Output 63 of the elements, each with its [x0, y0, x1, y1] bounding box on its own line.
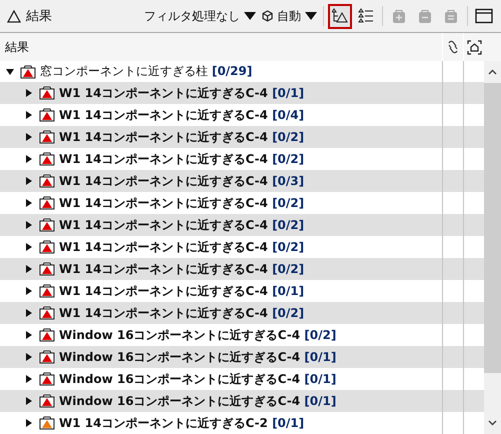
tree-item-label[interactable]: Window 16コンポーネントに近すぎるC-4 [0/2]: [59, 326, 336, 344]
tree-icon: [332, 8, 348, 24]
warning-folder-icon: [39, 394, 55, 408]
tree-item-label[interactable]: W1 14コンポーネントに近すぎるC-4 [0/2]: [59, 238, 304, 256]
warning-folder-icon: [39, 262, 55, 276]
warning-triangle-icon: [7, 10, 21, 22]
expander-icon[interactable]: [25, 331, 33, 339]
window-icon: [475, 8, 493, 24]
expander-icon[interactable]: [6, 68, 14, 76]
expander-icon[interactable]: [25, 133, 33, 141]
expander-icon[interactable]: [25, 287, 33, 295]
link-icon[interactable]: [447, 40, 459, 54]
expander-icon[interactable]: [25, 397, 33, 405]
warning-folder-icon: [39, 152, 55, 166]
warning-folder-icon: [39, 284, 55, 298]
tree-item-label[interactable]: W1 14コンポーネントに近すぎるC-4 [0/2]: [59, 194, 304, 212]
warning-folder-icon: [39, 372, 55, 386]
expander-icon[interactable]: [25, 309, 33, 317]
bag-edit-icon: [443, 8, 459, 24]
warning-folder-icon: [39, 240, 55, 254]
warning-folder-icon: [39, 218, 55, 232]
warning-folder-icon: [39, 196, 55, 210]
caret-icon: [305, 12, 317, 20]
bag-remove-icon: [417, 8, 433, 24]
mode-dropdown[interactable]: 自動: [259, 8, 320, 24]
tree-item-label[interactable]: W1 14コンポーネントに近すぎるC-2 [0/1]: [59, 414, 304, 432]
expander-icon[interactable]: [25, 419, 33, 427]
expander-icon[interactable]: [25, 177, 33, 185]
tree-item-label[interactable]: W1 14コンポーネントに近すぎるC-4 [0/1]: [59, 282, 304, 300]
focus-house-icon[interactable]: [466, 40, 482, 54]
warning-folder-icon: [39, 174, 55, 188]
warning-folder-icon: [39, 130, 55, 144]
expander-icon[interactable]: [25, 375, 33, 383]
scroll-up-icon[interactable]: [488, 69, 497, 75]
filter-dropdown[interactable]: フィルタ処理なし: [141, 8, 259, 24]
bag-add-icon: [391, 8, 407, 24]
expander-icon[interactable]: [25, 353, 33, 361]
expander-icon[interactable]: [25, 155, 33, 163]
scrollbar-thumb[interactable]: [484, 83, 501, 373]
warning-folder-icon: [39, 86, 55, 100]
scrollbar[interactable]: [484, 61, 501, 434]
expander-icon[interactable]: [25, 243, 33, 251]
tree-tool-button[interactable]: [328, 4, 352, 28]
warning-folder-icon: [39, 350, 55, 364]
warning-folder-icon: [39, 108, 55, 122]
tree-item-label[interactable]: W1 14コンポーネントに近すぎるC-4 [0/4]: [59, 106, 304, 124]
warning-folder-icon: [39, 306, 55, 320]
expander-icon[interactable]: [25, 111, 33, 119]
warning-folder-icon: [20, 64, 36, 78]
caret-icon: [244, 12, 256, 20]
expander-icon[interactable]: [25, 199, 33, 207]
panel-title: 結果: [26, 8, 52, 25]
expander-icon[interactable]: [25, 265, 33, 273]
warning-folder-icon: [39, 328, 55, 342]
tree-item-label[interactable]: 窓コンポーネントに近すぎる柱 [0/29]: [40, 63, 252, 80]
expander-icon[interactable]: [25, 89, 33, 97]
tree-item-label[interactable]: W1 14コンポーネントに近すぎるC-4 [0/2]: [59, 150, 304, 168]
cube-icon: [262, 10, 273, 22]
expander-icon[interactable]: [25, 221, 33, 229]
warning-folder-icon: [39, 416, 55, 430]
list-icon: [358, 8, 374, 24]
scroll-down-icon[interactable]: [488, 420, 497, 426]
tree-item-label[interactable]: Window 16コンポーネントに近すぎるC-4 [0/1]: [59, 370, 336, 388]
